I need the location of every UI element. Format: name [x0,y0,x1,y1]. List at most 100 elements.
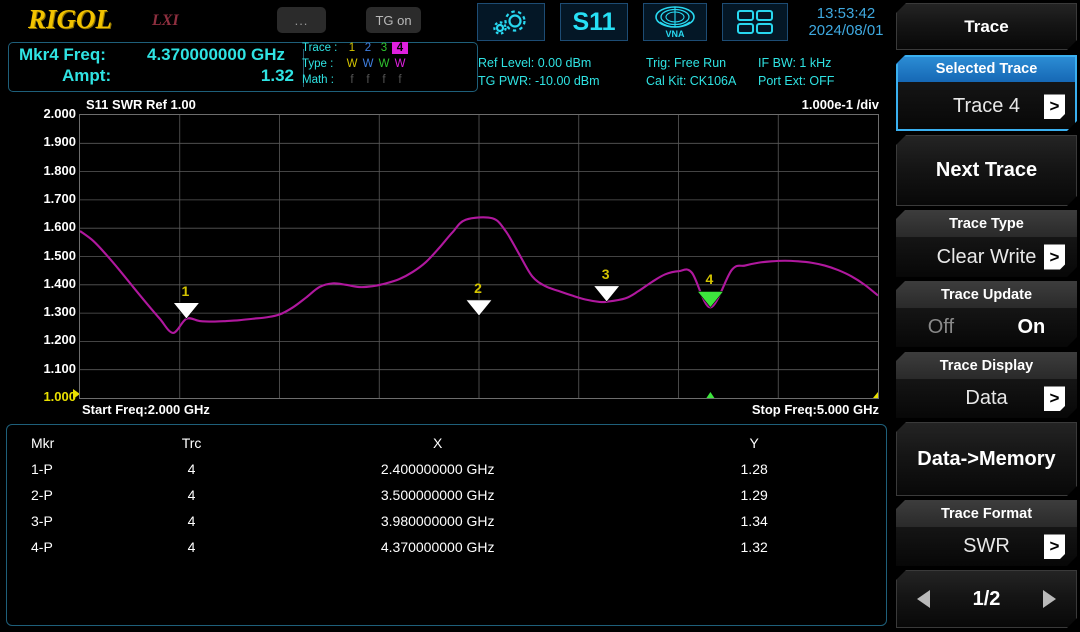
type-row-label: Type : [302,58,344,70]
clock-time: 13:53:42 [800,5,892,22]
softkey-value[interactable]: Data> [896,379,1077,418]
math-row-label: Math : [302,74,344,86]
tg-on-button[interactable]: TG on [366,7,421,33]
softkey-value[interactable]: Clear Write > [896,237,1077,277]
trigger-status: Trig: Free Run [646,56,726,70]
softkey-trace-type[interactable]: Trace Type Clear Write > [896,210,1077,277]
table-cell: 4 [130,508,253,534]
math-vals-cell[interactable]: f [344,74,360,86]
y-tick-label: 1.500 [4,248,76,263]
softkey-data-to-memory[interactable]: Data->Memory [896,422,1077,496]
page-prev-arrow-icon[interactable] [917,590,930,608]
plot-area[interactable] [79,114,879,399]
softkey-value-text: SWR [963,535,1010,558]
settings-gear-icon[interactable] [477,3,545,41]
marker-label[interactable]: 4 [706,271,714,287]
trace-nums-cell[interactable]: 3 [376,42,392,54]
softkey-trace-update[interactable]: Trace UpdateOffOn [896,281,1077,347]
table-row[interactable]: 4-P44.370000000 GHz1.32 [7,534,886,560]
math-vals-cell[interactable]: f [376,74,392,86]
pager-body: 1/2 [896,570,1077,628]
marker-label[interactable]: 2 [474,280,482,296]
toggle-group[interactable]: Off On [896,316,1077,339]
chevron-right-icon[interactable]: > [1044,534,1065,559]
chart-scale-per-div: 1.000e-1 /div [802,97,879,112]
vna-mode-icon[interactable]: VNA [643,3,707,41]
table-cell: 4.370000000 GHz [253,534,622,560]
table-row[interactable]: 1-P42.400000000 GHz1.28 [7,456,886,482]
table-header-row: Mkr Trc X Y [7,425,886,456]
softkey-label: Next Trace [936,159,1037,182]
table-cell: 3.980000000 GHz [253,508,622,534]
y-tick-label: 1.300 [4,304,76,319]
toggle-off-option[interactable]: Off [928,316,954,339]
softkey-value-text: Clear Write [937,246,1037,269]
softkey-header: Trace Display [896,352,1077,379]
softkey-body[interactable]: Next Trace [896,135,1077,206]
math-vals-cell[interactable]: f [360,74,376,86]
type-vals-cell[interactable]: W [392,58,408,70]
type-vals-cell[interactable]: W [344,58,360,70]
clock-date: 2024/08/01 [800,22,892,39]
type-vals-cell[interactable]: W [376,58,392,70]
chart-title: S11 SWR Ref 1.00 [86,97,196,112]
toggle-on-option[interactable]: On [1017,316,1045,339]
layout-grid-icon[interactable] [722,3,788,41]
table-cell: 3-P [7,508,130,534]
math-vals-cell[interactable]: f [392,74,408,86]
table-cell: 1.28 [622,456,886,482]
softkey-body[interactable]: Data->Memory [896,422,1077,496]
trace-chart[interactable]: S11 SWR Ref 1.00 1.000e-1 /div 2.0001.90… [0,96,893,422]
tg-power-status: TG PWR: -10.00 dBm [478,74,600,88]
table-cell: 4-P [7,534,130,560]
plot-svg [80,115,878,398]
table-cell: 2-P [7,482,130,508]
softkey-value[interactable]: SWR > [896,527,1077,566]
y-tick-label: 2.000 [4,106,76,121]
table-cell: 1.32 [622,534,886,560]
datetime-display: 13:53:42 2024/08/01 [800,5,892,39]
y-tick-label: 1.100 [4,361,76,376]
trace-nums-cell[interactable]: 1 [344,42,360,54]
table-row[interactable]: 2-P43.500000000 GHz1.29 [7,482,886,508]
stop-frequency-label: Stop Freq:5.000 GHz [752,402,879,417]
marker-table-panel[interactable]: Mkr Trc X Y 1-P42.400000000 GHz1.282-P43… [6,424,887,626]
chevron-right-icon[interactable]: > [1044,94,1065,119]
start-frequency-label: Start Freq:2.000 GHz [82,402,210,417]
pager-control[interactable]: 1/2 [897,588,1076,611]
y-tick-label: 1.700 [4,191,76,206]
softkey-value[interactable]: Off On [896,308,1077,347]
softkey-trace-display[interactable]: Trace DisplayData> [896,352,1077,418]
chevron-right-icon[interactable]: > [1044,245,1065,270]
column-header-x: X [253,425,622,456]
if-bandwidth-status: IF BW: 1 kHz [758,56,831,70]
table-row[interactable]: 3-P43.980000000 GHz1.34 [7,508,886,534]
marker-label[interactable]: 1 [181,283,189,299]
trace-nums-cell[interactable]: 2 [360,42,376,54]
vna-icon-label: VNA [665,30,684,39]
type-vals-cell[interactable]: W [360,58,376,70]
softkey-trace-format[interactable]: Trace FormatSWR> [896,500,1077,566]
page-next-arrow-icon[interactable] [1043,590,1056,608]
chevron-right-icon[interactable]: > [1044,386,1065,411]
sidebar-title: Trace [964,17,1008,37]
softkey-value-text: Trace 4 [953,95,1020,118]
softkey-selected-trace[interactable]: Selected TraceTrace 4> [896,55,1077,131]
softkey-title[interactable]: Trace [896,3,1077,50]
marker-ampt-label: Ampt: [62,66,111,86]
trace-row-label: Trace : [302,42,344,54]
column-header-y: Y [622,425,886,456]
s11-parameter-button[interactable]: S11 [560,3,628,41]
marker-label[interactable]: 3 [602,266,610,282]
more-options-button[interactable]: ... [277,7,326,33]
softkey-header: Trace Type [896,210,1077,237]
trace-math-row: Math :ffff [302,74,408,86]
table-cell: 4 [130,456,253,482]
table-cell: 2.400000000 GHz [253,456,622,482]
trace-nums-cell[interactable]: 4 [392,42,408,54]
softkey-pager[interactable]: 1/2 [896,570,1077,628]
softkey-value[interactable]: Trace 4 > [896,82,1077,131]
lxi-logo: LXI [152,12,179,30]
softkey-sidebar[interactable]: TraceSelected TraceTrace 4>Next TraceTra… [893,0,1080,632]
softkey-next-trace[interactable]: Next Trace [896,135,1077,206]
